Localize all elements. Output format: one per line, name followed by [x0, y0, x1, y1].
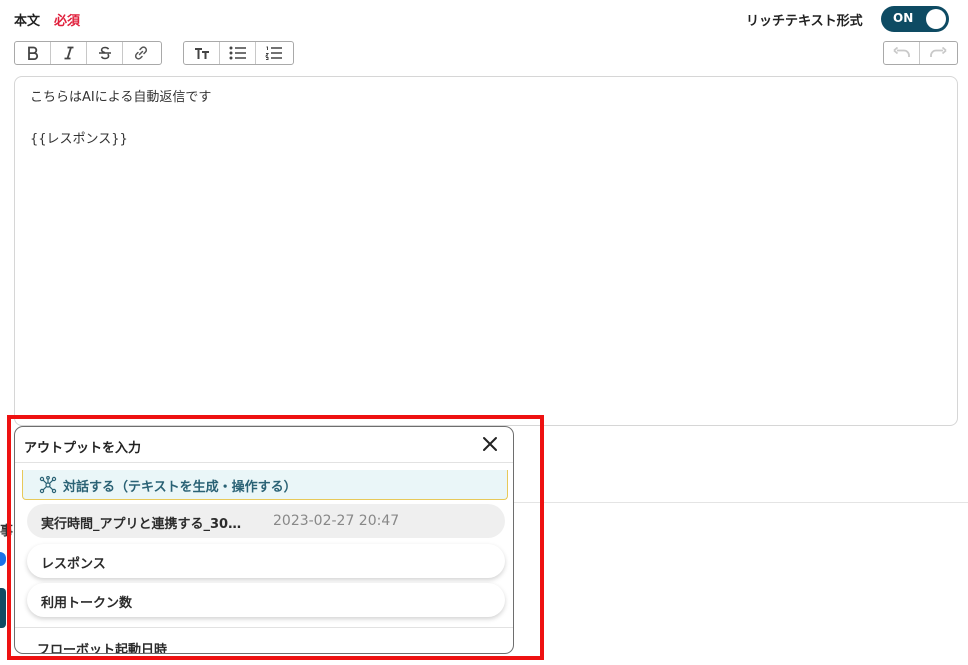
undo-icon — [892, 47, 911, 59]
text-size-icon — [194, 46, 210, 60]
operation-name: 対話する（テキストを生成・操作する） — [63, 480, 297, 495]
output-picker-popup: アウトプットを入力 対話する（テキストを生成・操作する） 実行時間_アプリと連携… — [14, 426, 514, 654]
body-field-label: 本文 — [14, 14, 41, 29]
rich-text-label: リッチテキスト形式 — [746, 14, 863, 29]
link-icon — [133, 45, 149, 61]
editor-line: {{レスポンス}} — [30, 132, 128, 147]
redo-button[interactable] — [920, 42, 956, 64]
next-section-label: 事 — [0, 524, 14, 539]
link-button[interactable] — [123, 42, 159, 64]
close-icon — [482, 436, 498, 456]
output-name: レスポンス — [41, 557, 106, 572]
rich-text-toggle[interactable]: ON — [881, 6, 949, 32]
required-badge: 必須 — [54, 14, 81, 29]
bullet-list-icon — [229, 46, 247, 60]
form-root: 本文 必須 リッチテキスト形式 ON こちらはAIによる自動返信です {{レスポ… — [0, 0, 968, 665]
editor-line: こちらはAIによる自動返信です — [30, 90, 212, 105]
text-size-button[interactable] — [184, 42, 220, 64]
bold-button[interactable] — [15, 42, 51, 64]
output-value: 2023-02-27 20:47 — [273, 513, 400, 529]
format-toolbar — [14, 41, 162, 65]
strikethrough-icon — [98, 46, 112, 60]
redo-icon — [929, 47, 947, 59]
network-icon — [39, 475, 57, 498]
output-name: 利用トークン数 — [41, 596, 133, 611]
popup-separator — [15, 627, 513, 628]
undo-button[interactable] — [884, 42, 920, 64]
output-row-execution-time[interactable]: 実行時間_アプリと連携する_30… 2023-02-27 20:47 — [27, 504, 505, 538]
numbered-list-button[interactable] — [256, 42, 292, 64]
output-name: 実行時間_アプリと連携する_30… — [41, 517, 242, 532]
numbered-list-icon — [265, 46, 283, 60]
operation-header[interactable]: 対話する（テキストを生成・操作する） — [22, 470, 508, 500]
history-toolbar — [883, 41, 958, 65]
strikethrough-button[interactable] — [87, 42, 123, 64]
toggle-knob — [926, 9, 946, 29]
italic-icon — [62, 46, 76, 60]
popup-separator — [15, 462, 513, 463]
italic-button[interactable] — [51, 42, 87, 64]
bold-icon — [26, 46, 40, 60]
next-operation-header[interactable]: フローボット起動日時 — [37, 639, 167, 653]
radio-button[interactable] — [0, 552, 6, 566]
output-row-response[interactable]: レスポンス — [27, 544, 505, 578]
toggle-state-text: ON — [893, 11, 914, 25]
paragraph-toolbar — [183, 41, 294, 65]
close-button[interactable] — [481, 437, 499, 455]
body-editor[interactable]: こちらはAIによる自動返信です {{レスポンス}} — [14, 76, 958, 426]
output-row-token-count[interactable]: 利用トークン数 — [27, 583, 505, 617]
popup-title: アウトプットを入力 — [24, 441, 142, 456]
bullet-list-button[interactable] — [220, 42, 256, 64]
action-button[interactable] — [0, 588, 6, 628]
